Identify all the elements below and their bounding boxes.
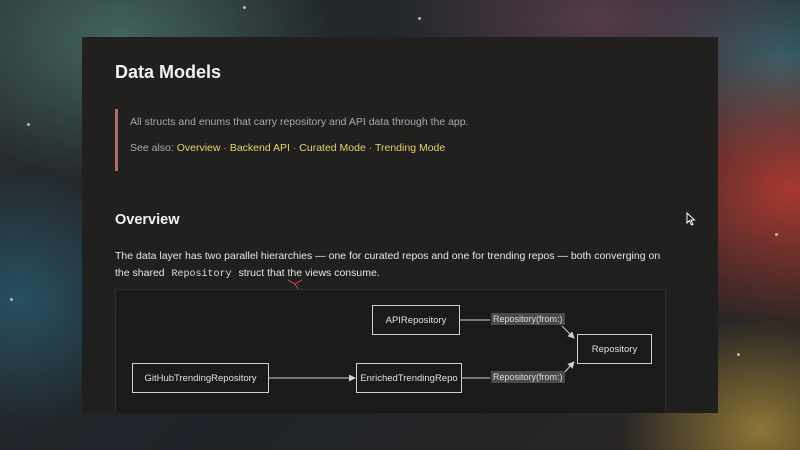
documentation-page: Data Models All structs and enums that c… (82, 37, 718, 413)
summary-callout: All structs and enums that carry reposit… (115, 109, 675, 171)
background-speck (243, 6, 246, 9)
see-also-line: See also: Overview · Backend API · Curat… (130, 142, 445, 154)
link-backend-api[interactable]: Backend API (230, 142, 290, 154)
link-curated-mode[interactable]: Curated Mode (299, 142, 366, 154)
node-repository: Repository (577, 334, 652, 364)
link-separator: · (223, 142, 227, 154)
background-speck (418, 17, 421, 20)
edge-label-enriched-to-repository: Repository(from:) (491, 371, 565, 383)
data-flow-diagram: APIRepository GitHubTrendingRepository E… (115, 289, 666, 413)
inline-code-repository: Repository (171, 269, 232, 280)
overview-heading: Overview (115, 212, 180, 228)
link-separator: · (368, 142, 373, 154)
background-speck (10, 298, 13, 301)
background-speck (775, 233, 778, 236)
sparkle-icon (287, 279, 303, 290)
background-speck (27, 123, 30, 126)
link-trending-mode[interactable]: Trending Mode (375, 142, 445, 154)
overview-text-end: struct that the views consume. (238, 267, 380, 279)
callout-description: All structs and enums that carry reposit… (130, 116, 469, 128)
overview-paragraph: The data layer has two parallel hierarch… (115, 248, 675, 283)
see-also-label: See also: (130, 142, 174, 154)
mouse-cursor-icon (686, 212, 696, 226)
edge-label-api-to-repository: Repository(from:) (491, 313, 565, 325)
link-overview[interactable]: Overview (177, 142, 221, 154)
node-enriched-trending-repo: EnrichedTrendingRepo (356, 363, 462, 393)
link-separator: · (292, 142, 297, 154)
page-title: Data Models (115, 62, 222, 82)
node-api-repository: APIRepository (372, 305, 460, 335)
background-speck (737, 353, 740, 356)
node-github-trending-repository: GitHubTrendingRepository (132, 363, 269, 393)
edge-api-to-repository (561, 325, 575, 339)
